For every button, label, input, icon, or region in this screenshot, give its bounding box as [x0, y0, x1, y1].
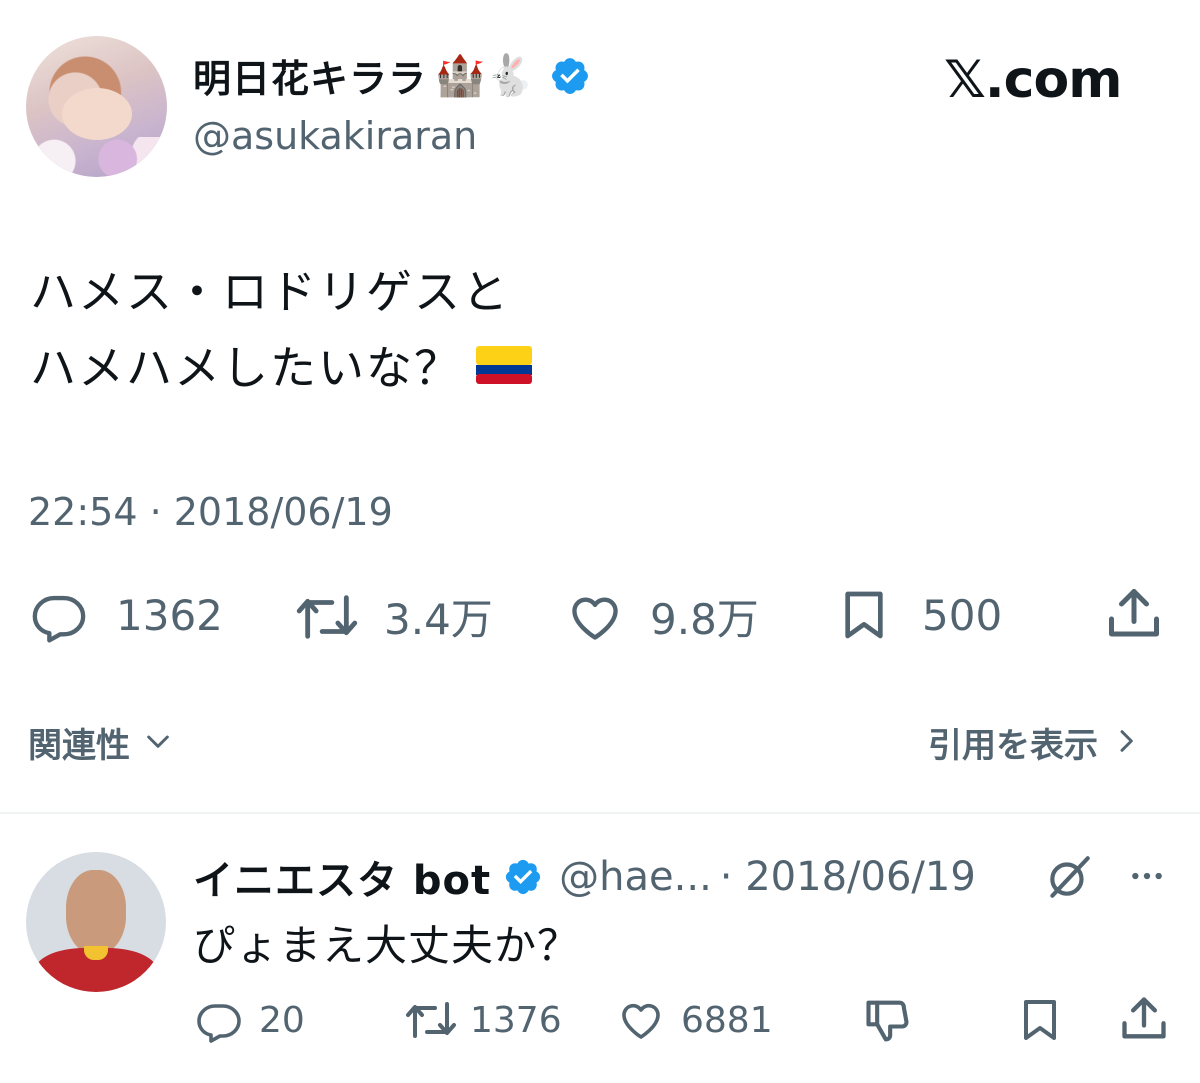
- bookmark-count: 500: [922, 590, 1003, 640]
- reply-like-count: 6881: [681, 999, 773, 1041]
- author-name[interactable]: 明日花キララ: [193, 48, 427, 103]
- more-icon: [1124, 872, 1170, 900]
- reply-share-button[interactable]: [1118, 992, 1170, 1050]
- reply-retweet-count: 1376: [470, 999, 562, 1041]
- bookmark-icon: [836, 586, 892, 644]
- retweet-count: 3.4万: [384, 595, 493, 644]
- reply-like-button[interactable]: 6881: [615, 996, 773, 1044]
- retweet-icon: [292, 588, 362, 646]
- bookmark-icon: [1016, 1000, 1064, 1050]
- reply-author-avatar[interactable]: [26, 852, 166, 992]
- section-divider: [0, 812, 1200, 814]
- tweet-text-line-2: ハメハメしたいな？: [30, 341, 462, 395]
- reply-retweet-button[interactable]: 1376: [402, 996, 562, 1044]
- reply-bookmark-button[interactable]: [1016, 994, 1064, 1050]
- chevron-right-icon: [1110, 725, 1142, 761]
- reply-icon: [28, 586, 90, 644]
- like-icon: [564, 588, 626, 646]
- view-quotes-label: 引用を表示: [928, 726, 1098, 766]
- reply-text: ぴょまえ大丈夫か？: [193, 921, 581, 970]
- more-button[interactable]: [1124, 856, 1170, 900]
- like-button[interactable]: 9.8万: [564, 586, 759, 647]
- share-icon: [1104, 584, 1164, 644]
- retweet-button[interactable]: 3.4万: [292, 586, 493, 647]
- like-count: 9.8万: [650, 595, 759, 644]
- dislike-icon: [862, 1000, 914, 1050]
- reply-date[interactable]: · 2018/06/19: [720, 854, 976, 900]
- like-icon: [615, 996, 667, 1044]
- tweet-text: ハメス・ロドリゲスと ハメハメしたいな？: [30, 254, 532, 406]
- author-avatar[interactable]: [26, 36, 167, 177]
- verified-badge-icon[interactable]: [549, 55, 591, 97]
- x-brand-logo: 𝕏.com: [944, 50, 1122, 110]
- tweet-text-line-1: ハメス・ロドリゲスと: [30, 265, 510, 319]
- author-name-row[interactable]: 明日花キララ 🏰🐇: [193, 48, 591, 103]
- reply-author-handle[interactable]: @hae...: [559, 854, 712, 900]
- reply-reply-button[interactable]: 20: [193, 996, 305, 1044]
- reply-header: イニエスタ bot @hae... · 2018/06/19: [193, 848, 976, 906]
- reply-author-name[interactable]: イニエスタ bot: [193, 848, 491, 906]
- verified-badge-icon[interactable]: [503, 857, 543, 897]
- view-quotes-link[interactable]: 引用を表示: [928, 718, 1142, 767]
- grok-icon: [1044, 856, 1094, 906]
- reply-button[interactable]: 1362: [28, 586, 223, 644]
- chevron-down-icon: [142, 725, 174, 761]
- grok-button[interactable]: [1044, 852, 1094, 906]
- retweet-icon: [402, 996, 460, 1044]
- reply-reply-count: 20: [259, 999, 305, 1041]
- bookmark-button[interactable]: 500: [836, 586, 1002, 644]
- reply-icon: [193, 996, 245, 1044]
- reply-dislike-button[interactable]: [862, 994, 914, 1050]
- author-emojis: 🏰🐇: [435, 53, 535, 99]
- colombia-flag: [476, 330, 532, 406]
- share-button[interactable]: [1104, 584, 1164, 644]
- share-icon: [1118, 997, 1170, 1050]
- author-handle[interactable]: @asukakiraran: [193, 114, 477, 158]
- sort-dropdown[interactable]: 関連性: [28, 718, 174, 767]
- sort-label: 関連性: [28, 726, 130, 766]
- tweet-timestamp[interactable]: 22:54 · 2018/06/19: [28, 490, 393, 534]
- reply-count: 1362: [116, 590, 223, 640]
